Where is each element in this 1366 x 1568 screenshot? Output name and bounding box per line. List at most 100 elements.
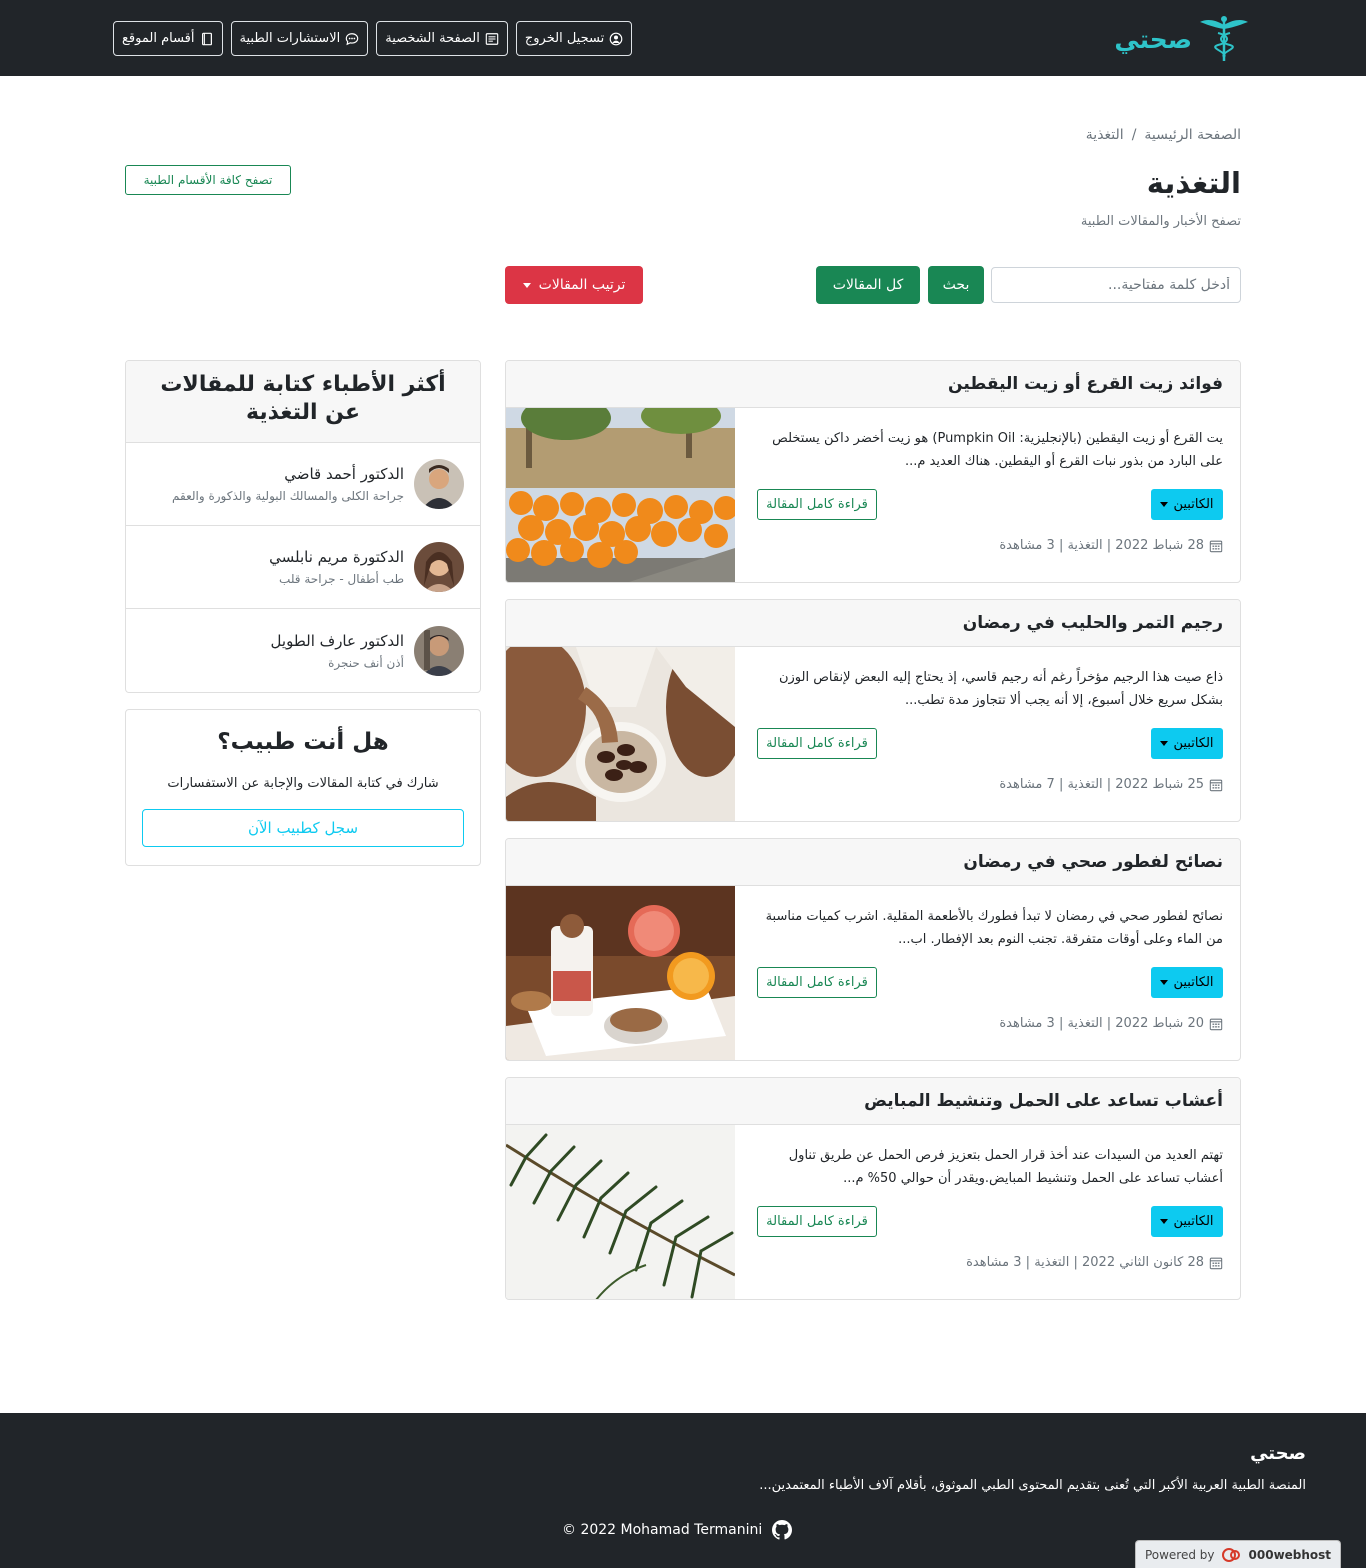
- article-title[interactable]: أعشاب تساعد على الحمل وتنشيط المبايض: [506, 1078, 1240, 1125]
- read-article-button[interactable]: قراءة كامل المقالة: [757, 489, 877, 520]
- doctor-name: الدكتور عارف الطويل: [270, 631, 404, 650]
- caret-down-icon: [1160, 1219, 1169, 1224]
- top-doctors-title: أكثر الأطباء كتابة للمقالات عن التغذية: [126, 361, 480, 443]
- nav-profile-button[interactable]: الصفحة الشخصية: [376, 21, 508, 56]
- read-article-button[interactable]: قراءة كامل المقالة: [757, 1206, 877, 1237]
- profile-card-icon: [485, 32, 499, 45]
- sort-articles-label: ترتيب المقالات: [538, 277, 626, 293]
- footer-brand: صحتي: [1250, 1443, 1306, 1464]
- doctor-signup-card: هل أنت طبيب؟ شارك في كتابة المقالات والإ…: [125, 709, 481, 866]
- writers-label: الكاتبين: [1173, 497, 1214, 512]
- writers-dropdown[interactable]: الكاتبين: [1151, 728, 1223, 759]
- caduceus-icon: [1200, 16, 1248, 61]
- calendar-icon: [1209, 1257, 1223, 1269]
- github-icon[interactable]: [772, 1520, 793, 1540]
- article-meta-text: 25 شباط 2022 | التغذية | 7 مشاهدة: [999, 777, 1204, 792]
- breadcrumb-home[interactable]: الصفحة الرئيسية: [1144, 127, 1241, 143]
- article-image-breakfast[interactable]: [506, 886, 735, 1060]
- caret-down-icon: [522, 282, 531, 288]
- webhost-logo-icon: [1221, 1547, 1240, 1562]
- breadcrumb-separator: /: [1131, 127, 1137, 143]
- calendar-icon: [1209, 540, 1223, 552]
- register-doctor-button[interactable]: سجل كطبيب الآن: [142, 809, 464, 847]
- article-image-herbs[interactable]: [506, 1125, 735, 1299]
- powered-by-badge[interactable]: Powered by 000webhost: [1135, 1540, 1341, 1568]
- footer-description: المنصة الطبية العربية الأكبر التي تُعنى …: [759, 1478, 1306, 1493]
- article-image-pumpkins[interactable]: [506, 408, 735, 582]
- article-excerpt: نصائح لفطور صحي في رمضان لا تبدأ فطورك ب…: [765, 909, 1223, 947]
- avatar: [414, 542, 464, 592]
- avatar: [414, 625, 464, 676]
- all-articles-button[interactable]: كل المقالات: [816, 266, 920, 304]
- article-meta: 28 كانون الثاني 2022 | التغذية | 3 مشاهد…: [966, 1255, 1223, 1270]
- doctor-name: الدكتورة مريم نابلسي: [269, 548, 404, 566]
- article-meta-text: 28 شباط 2022 | التغذية | 3 مشاهدة: [999, 538, 1204, 553]
- top-navbar: صحتي أقسام الموقع الاستشارات الطبية الصف…: [0, 0, 1366, 76]
- nav-consultations-button[interactable]: الاستشارات الطبية: [230, 21, 369, 56]
- breadcrumb-current: التغذية: [1085, 127, 1124, 143]
- read-article-button[interactable]: قراءة كامل المقالة: [757, 967, 877, 998]
- writers-dropdown[interactable]: الكاتبين: [1151, 1206, 1223, 1237]
- writers-dropdown[interactable]: الكاتبين: [1151, 489, 1223, 520]
- doctor-specialty: جراحة الكلى والمسالك البولية والذكورة وا…: [172, 489, 404, 503]
- article-meta-text: 20 شباط 2022 | التغذية | 3 مشاهدة: [999, 1016, 1204, 1031]
- article-image-dates[interactable]: [506, 647, 735, 821]
- search-button[interactable]: بحث: [928, 266, 984, 304]
- browse-all-sections-button[interactable]: تصفح كافة الأقسام الطبية: [125, 165, 291, 195]
- article-card: أعشاب تساعد على الحمل وتنشيط المبايض تهت…: [505, 1077, 1241, 1300]
- calendar-icon: [1209, 779, 1223, 791]
- article-excerpt: ذاع صيت هذا الرجيم مؤخراً رغم أنه رجيم ق…: [778, 670, 1223, 708]
- article-meta-text: 28 كانون الثاني 2022 | التغذية | 3 مشاهد…: [966, 1255, 1204, 1270]
- writers-label: الكاتبين: [1173, 1214, 1214, 1229]
- brand-logo[interactable]: صحتي: [1114, 14, 1250, 64]
- search-input[interactable]: [991, 267, 1241, 303]
- page-subtitle: تصفح الأخبار والمقالات الطبية: [1080, 214, 1241, 229]
- article-excerpt: يت القرع أو زيت اليقطين (بالإنجليزية: Pu…: [772, 431, 1223, 469]
- doctor-specialty: طب أطفال - جراحة قلب: [279, 572, 404, 586]
- article-meta: 28 شباط 2022 | التغذية | 3 مشاهدة: [999, 538, 1223, 553]
- powered-host: 000webhost: [1248, 1547, 1332, 1562]
- avatar: [414, 459, 464, 509]
- nav-logout-button[interactable]: تسجيل الخروج: [515, 21, 633, 56]
- doctor-item[interactable]: الدكتورة مريم نابلسي طب أطفال - جراحة قل…: [126, 526, 480, 609]
- doctor-item[interactable]: الدكتور عارف الطويل أذن أنف حنجرة: [126, 609, 480, 692]
- calendar-icon: [1209, 1018, 1223, 1030]
- chat-dots-icon: [345, 32, 359, 45]
- book-icon: [201, 32, 212, 45]
- powered-label: Powered by: [1144, 1547, 1215, 1562]
- nav-sections-button[interactable]: أقسام الموقع: [113, 21, 223, 56]
- nav-sections-label: أقسام الموقع: [122, 31, 195, 46]
- caret-down-icon: [1160, 980, 1169, 985]
- read-article-button[interactable]: قراءة كامل المقالة: [757, 728, 877, 759]
- doctor-item[interactable]: الدكتور أحمد قاضي جراحة الكلى والمسالك ا…: [126, 443, 480, 526]
- nav-consultations-label: الاستشارات الطبية: [239, 31, 341, 46]
- writers-dropdown[interactable]: الكاتبين: [1151, 967, 1223, 998]
- article-meta: 20 شباط 2022 | التغذية | 3 مشاهدة: [999, 1016, 1223, 1031]
- article-card: نصائح لفطور صحي في رمضان نصائح لفطور صحي…: [505, 838, 1241, 1061]
- doctor-signup-text: شارك في كتابة المقالات والإجابة عن الاست…: [167, 776, 439, 791]
- footer-copyright: © 2022 Mohamad Termanini: [562, 1520, 793, 1540]
- writers-label: الكاتبين: [1173, 975, 1214, 990]
- breadcrumb: الصفحة الرئيسية / التغذية: [1086, 127, 1241, 143]
- writers-label: الكاتبين: [1173, 736, 1214, 751]
- nav-logout-label: تسجيل الخروج: [524, 31, 605, 46]
- doctor-specialty: أذن أنف حنجرة: [328, 655, 404, 670]
- article-title[interactable]: فوائد زيت القرع أو زيت اليقطين: [506, 361, 1240, 408]
- article-title[interactable]: رجيم التمر والحليب في رمضان: [506, 600, 1240, 647]
- copyright-text: © 2022 Mohamad Termanini: [562, 1522, 763, 1538]
- page-title: التغذية: [1146, 166, 1241, 200]
- caret-down-icon: [1160, 741, 1169, 746]
- nav-profile-label: الصفحة الشخصية: [385, 31, 480, 46]
- doctor-signup-title: هل أنت طبيب؟: [217, 729, 389, 755]
- article-excerpt: تهتم العديد من السيدات عند أخذ قرار الحم…: [788, 1148, 1223, 1186]
- user-circle-icon: [609, 32, 623, 45]
- article-title[interactable]: نصائح لفطور صحي في رمضان: [506, 839, 1240, 886]
- article-card: فوائد زيت القرع أو زيت اليقطين يت القرع …: [505, 360, 1241, 583]
- article-card: رجيم التمر والحليب في رمضان ذاع صيت هذا …: [505, 599, 1241, 822]
- article-meta: 25 شباط 2022 | التغذية | 7 مشاهدة: [999, 777, 1223, 792]
- brand-name: صحتي: [1114, 24, 1192, 54]
- caret-down-icon: [1160, 502, 1169, 507]
- top-doctors-card: أكثر الأطباء كتابة للمقالات عن التغذية ا…: [125, 360, 481, 693]
- doctor-name: الدكتور أحمد قاضي: [284, 465, 404, 483]
- sort-articles-dropdown[interactable]: ترتيب المقالات: [505, 266, 643, 304]
